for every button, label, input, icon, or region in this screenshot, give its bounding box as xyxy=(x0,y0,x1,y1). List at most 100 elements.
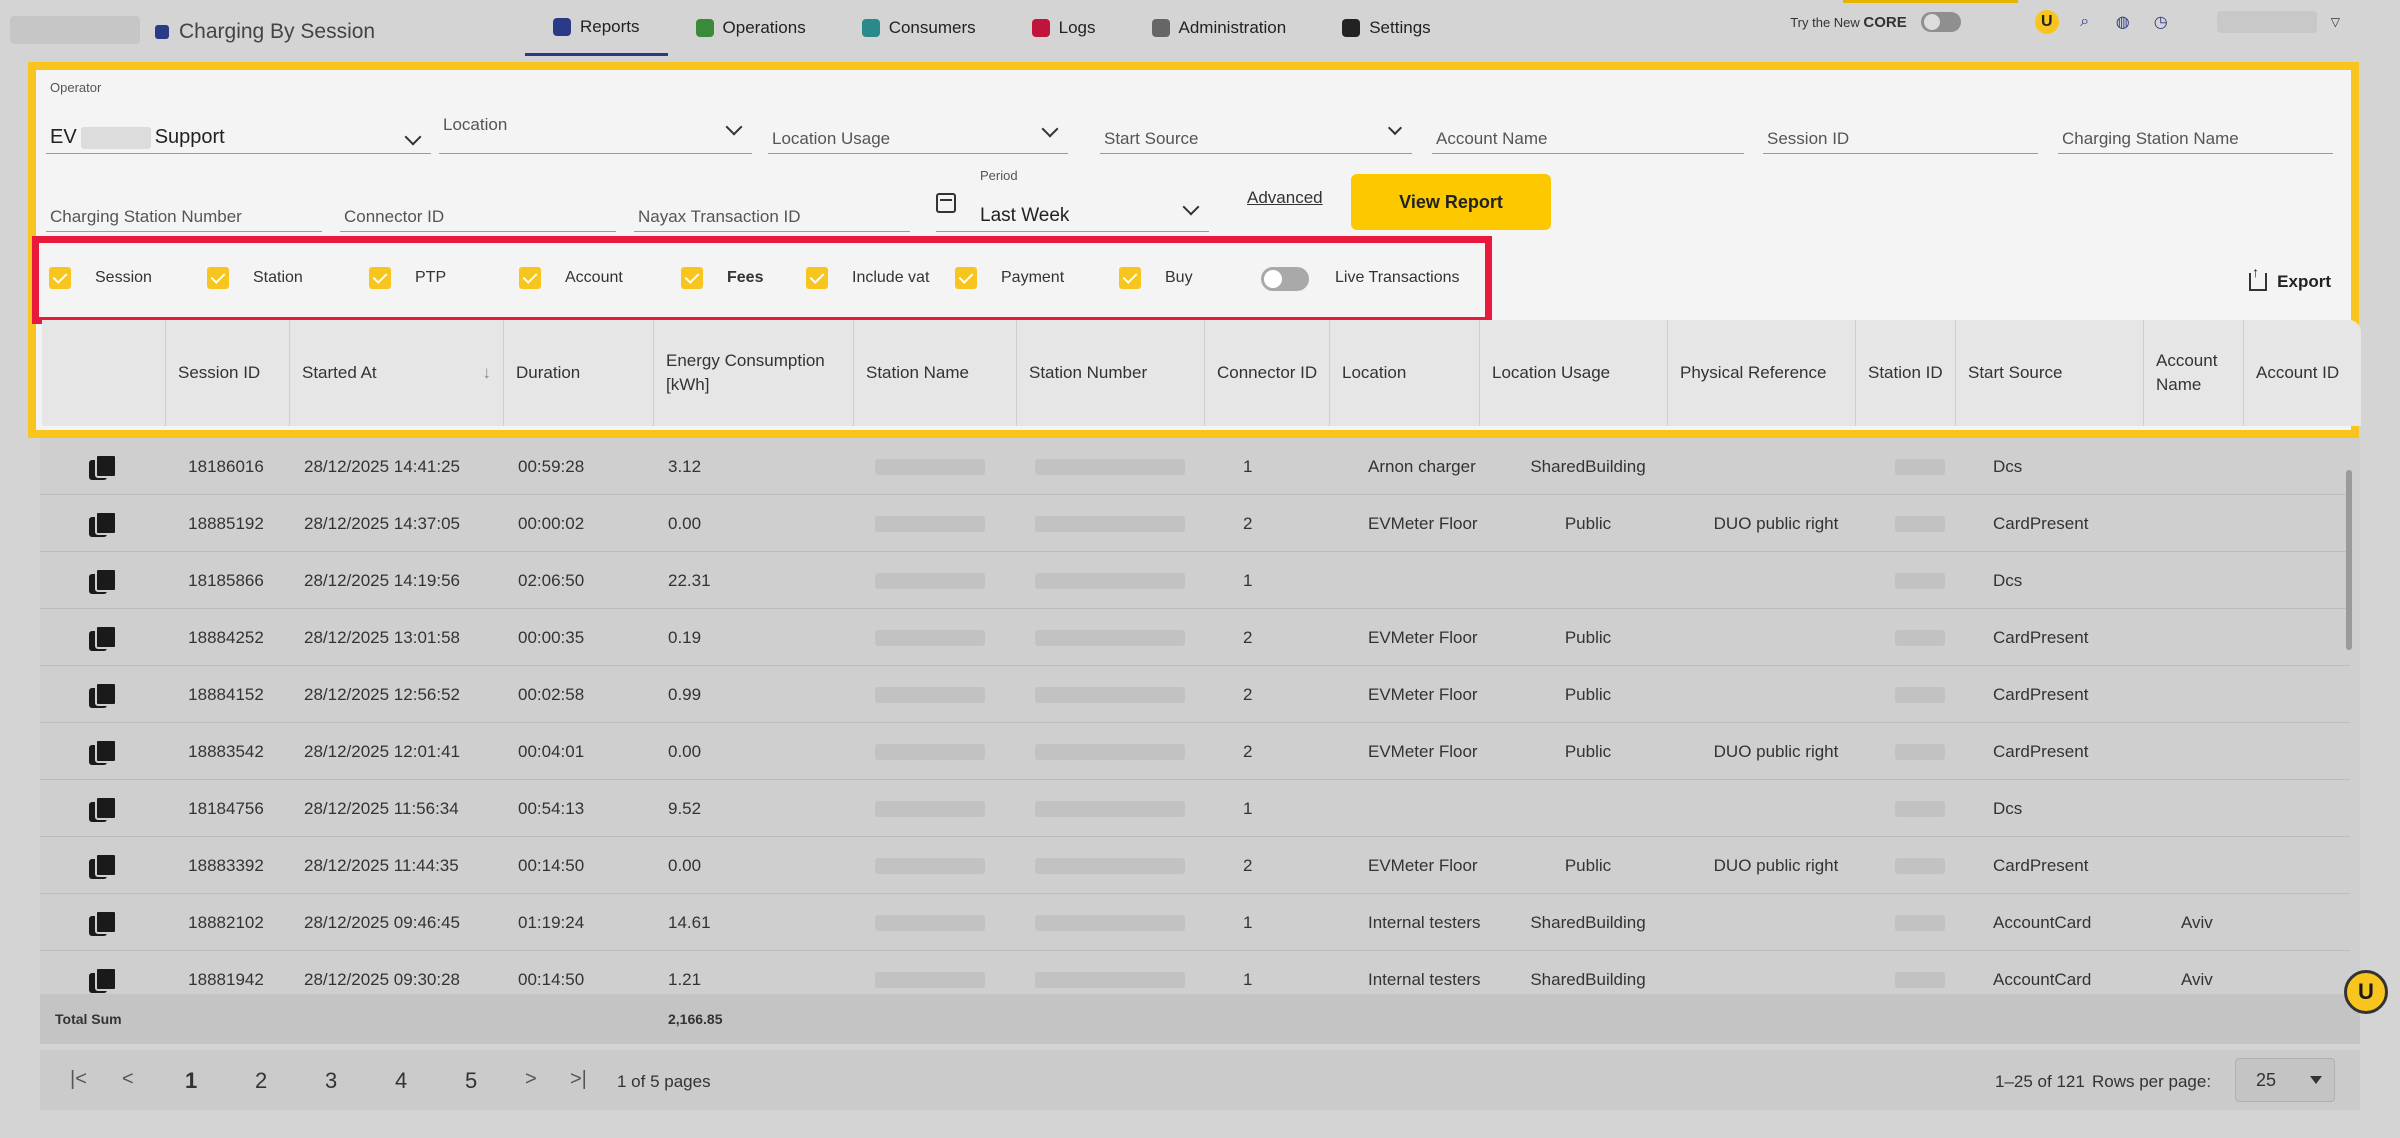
charging-station-number-input[interactable]: Charging Station Number xyxy=(46,192,322,232)
cell-started-at: 28/12/2025 12:01:41 xyxy=(304,741,460,761)
page-4-button[interactable]: 4 xyxy=(395,1068,407,1094)
page-5-button[interactable]: 5 xyxy=(465,1068,477,1094)
row-actions xyxy=(40,837,164,894)
column-header-station-number[interactable]: Station Number xyxy=(1017,320,1205,426)
column-header-started-at[interactable]: Started At ↓ xyxy=(290,320,504,426)
session-id-input[interactable]: Session ID xyxy=(1763,114,2038,154)
table-row[interactable]: 18884252 28/12/2025 13:01:58 00:00:35 0.19 2… xyxy=(40,609,2350,666)
connector-id-input[interactable]: Connector ID xyxy=(340,192,616,232)
column-header-account-name[interactable]: Account Name xyxy=(2144,320,2244,426)
cell-session-id: 18883542 xyxy=(188,741,264,761)
checkbox-station[interactable]: Station xyxy=(207,267,303,289)
location-select[interactable]: Location xyxy=(439,100,752,154)
nayax-transaction-id-label: Nayax Transaction ID xyxy=(638,207,801,226)
operator-value: EV Support xyxy=(50,126,225,149)
checkbox-fees[interactable]: Fees xyxy=(681,267,763,289)
app-logo[interactable] xyxy=(10,16,140,44)
copy-icon[interactable] xyxy=(89,510,117,537)
nav-operations[interactable]: Operations xyxy=(668,0,834,56)
column-header-connector-id[interactable]: Connector ID xyxy=(1205,320,1330,426)
table-row[interactable]: 18884152 28/12/2025 12:56:52 00:02:58 0.99 2… xyxy=(40,666,2350,723)
redacted-text xyxy=(875,458,985,475)
page-1-button[interactable]: 1 xyxy=(185,1068,197,1094)
nav-administration[interactable]: Administration xyxy=(1124,0,1315,56)
copy-icon[interactable] xyxy=(89,852,117,879)
vertical-scrollbar[interactable] xyxy=(2346,470,2352,650)
checkbox-label: Include vat xyxy=(852,269,930,286)
table-row[interactable]: 18885192 28/12/2025 14:37:05 00:00:02 0.00 2… xyxy=(40,495,2350,552)
prev-page-button[interactable]: < xyxy=(122,1068,134,1091)
charging-station-name-input[interactable]: Charging Station Name xyxy=(2058,114,2333,154)
search-icon[interactable]: ⌕ xyxy=(2073,10,2097,34)
copy-icon[interactable] xyxy=(89,624,117,651)
nav-consumers[interactable]: Consumers xyxy=(834,0,1004,56)
start-source-label: Start Source xyxy=(1104,129,1199,148)
redacted-cell xyxy=(875,780,985,837)
try-new-core-label: Try the New CORE xyxy=(1790,14,1907,31)
column-header-account-id[interactable]: Account ID xyxy=(2244,320,2361,426)
nav-logs[interactable]: Logs xyxy=(1004,0,1124,56)
globe-icon[interactable]: ◍ xyxy=(2111,10,2135,34)
checkbox-checked-icon xyxy=(806,267,828,289)
column-header-duration[interactable]: Duration xyxy=(504,320,654,426)
last-page-button[interactable]: >| xyxy=(570,1068,587,1091)
nav-settings[interactable]: Settings xyxy=(1314,0,1458,56)
new-core-toggle[interactable] xyxy=(1920,12,1961,32)
table-row[interactable]: 18883542 28/12/2025 12:01:41 00:04:01 0.00 2… xyxy=(40,723,2350,780)
clock-icon[interactable]: ◷ xyxy=(2149,10,2173,34)
page-3-button[interactable]: 3 xyxy=(325,1068,337,1094)
column-header-session-id[interactable]: Session ID xyxy=(166,320,290,426)
chevron-down-icon[interactable]: ▽ xyxy=(2331,15,2340,29)
user-menu[interactable] xyxy=(2216,11,2317,33)
table-row[interactable]: 18185866 28/12/2025 14:19:56 02:06:50 22.31… xyxy=(40,552,2350,609)
column-header-location[interactable]: Location xyxy=(1330,320,1480,426)
copy-icon[interactable] xyxy=(89,795,117,822)
copy-icon[interactable] xyxy=(89,681,117,708)
nayax-transaction-id-input[interactable]: Nayax Transaction ID xyxy=(634,192,910,232)
live-transactions-toggle[interactable] xyxy=(1261,267,1309,291)
column-header-energy[interactable]: Energy Consumption [kWh] xyxy=(654,320,854,426)
checkbox-ptp[interactable]: PTP xyxy=(369,267,446,289)
redacted-text xyxy=(875,971,985,988)
column-header-station-id[interactable]: Station ID xyxy=(1856,320,1956,426)
column-header-physical-reference[interactable]: Physical Reference xyxy=(1668,320,1856,426)
nav-label: Consumers xyxy=(888,18,976,37)
advanced-link[interactable]: Advanced xyxy=(1247,188,1323,208)
table-row[interactable]: 18882102 28/12/2025 09:46:45 01:19:24 14.61… xyxy=(40,894,2350,951)
period-select[interactable]: Period Last Week xyxy=(936,168,1209,232)
checkbox-session[interactable]: Session xyxy=(49,267,152,289)
academy-icon[interactable]: U xyxy=(2034,10,2059,34)
first-page-button[interactable]: |< xyxy=(70,1068,87,1091)
checkbox-include-vat[interactable]: Include vat xyxy=(806,267,929,289)
copy-icon[interactable] xyxy=(89,966,117,993)
checkbox-buy[interactable]: Buy xyxy=(1119,267,1193,289)
copy-icon[interactable] xyxy=(89,738,117,765)
cell-location: EVMeter Floor xyxy=(1368,684,1478,704)
cell-start-source: Dcs xyxy=(1993,570,2023,590)
column-header-location-usage[interactable]: Location Usage xyxy=(1480,320,1668,426)
operator-select[interactable]: Operator EV Support xyxy=(46,80,431,154)
table-row[interactable]: 18186016 28/12/2025 14:41:25 00:59:28 3.12 1… xyxy=(40,438,2350,495)
view-report-button[interactable]: View Report xyxy=(1351,174,1551,230)
row-actions xyxy=(40,666,164,723)
totals-row: Total Sum 2,166.85 xyxy=(40,994,2360,1044)
location-usage-select[interactable]: Location Usage xyxy=(768,110,1068,154)
start-source-select[interactable]: Start Source xyxy=(1100,108,1412,154)
copy-icon[interactable] xyxy=(89,909,117,936)
export-button[interactable]: Export xyxy=(2249,264,2331,292)
nav-reports[interactable]: Reports xyxy=(525,0,668,56)
checkbox-account[interactable]: Account xyxy=(519,267,623,289)
column-header-start-source[interactable]: Start Source xyxy=(1956,320,2144,426)
sort-arrow-icon[interactable]: ↓ xyxy=(483,361,492,385)
table-row[interactable]: 18184756 28/12/2025 11:56:34 00:54:13 9.52 1… xyxy=(40,780,2350,837)
account-name-input[interactable]: Account Name xyxy=(1432,114,1744,154)
help-assistant-icon[interactable]: U xyxy=(2344,970,2388,1014)
next-page-button[interactable]: > xyxy=(525,1068,537,1091)
table-row[interactable]: 18883392 28/12/2025 11:44:35 00:14:50 0.00 2… xyxy=(40,837,2350,894)
checkbox-payment[interactable]: Payment xyxy=(955,267,1064,289)
copy-icon[interactable] xyxy=(89,453,117,480)
copy-icon[interactable] xyxy=(89,567,117,594)
table-row[interactable]: 18881942 28/12/2025 09:30:28 00:14:50 1.21 1… xyxy=(40,951,2350,994)
column-header-station-name[interactable]: Station Name xyxy=(854,320,1017,426)
page-2-button[interactable]: 2 xyxy=(255,1068,267,1094)
